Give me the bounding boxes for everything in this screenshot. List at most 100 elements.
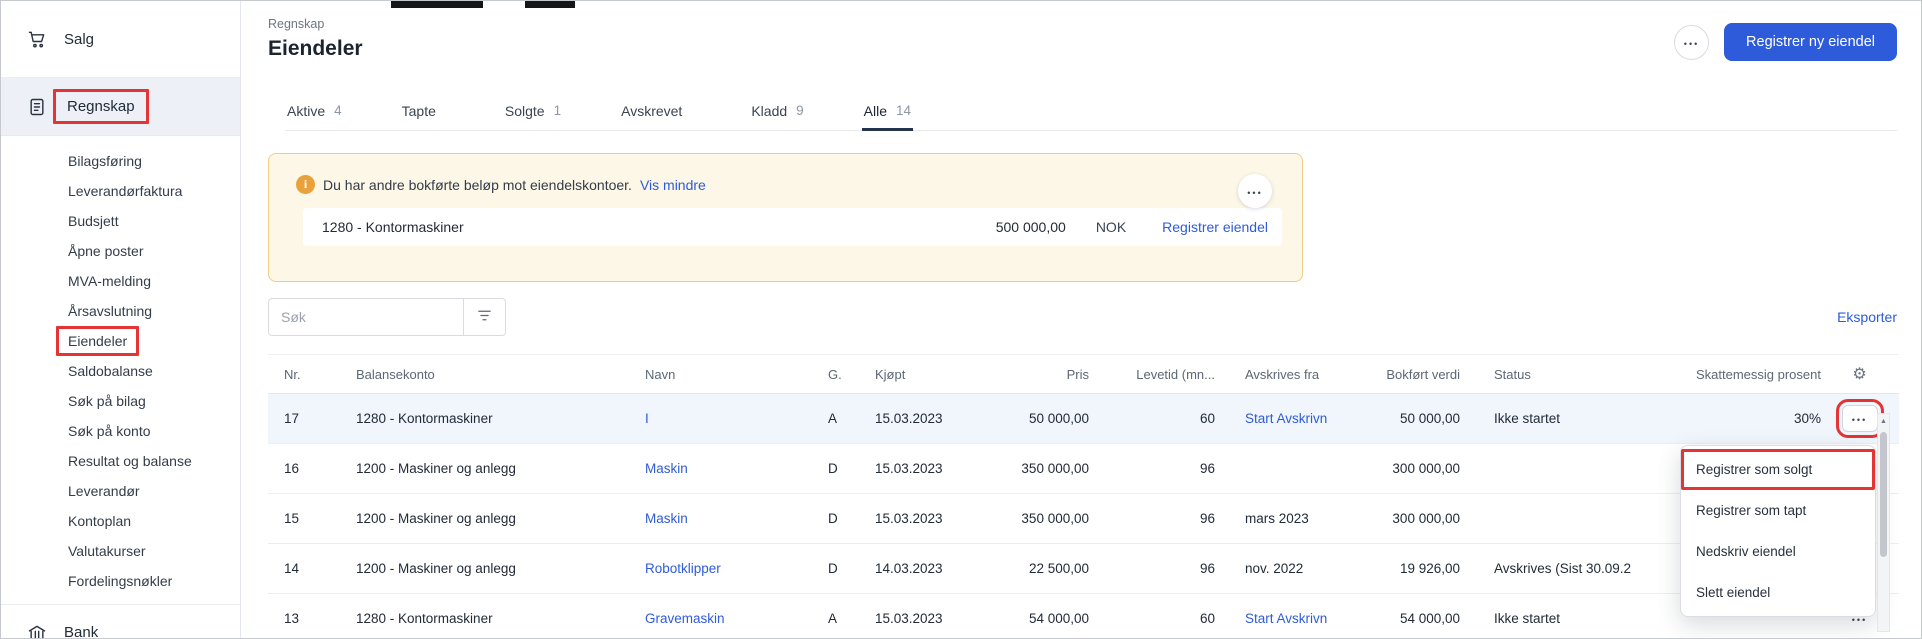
sidebar: Salg Regnskap Bilagsføring Leverandørfak… [1,1,241,638]
cell-kjopt: 15.03.2023 [875,611,993,626]
context-menu-item[interactable]: Slett eiendel [1681,572,1875,613]
cell-gruppe: D [828,461,875,476]
scrollbar-up-arrow-icon[interactable]: ▲ [1878,414,1889,428]
cell-nr: 16 [268,461,356,476]
cell-kjopt: 15.03.2023 [875,511,993,526]
sidebar-subitem[interactable]: Saldobalanse [1,356,240,386]
table-row[interactable]: 16 1200 - Maskiner og anlegg Maskin D 15… [268,444,1899,494]
sidebar-subitem[interactable]: Søk på konto [1,416,240,446]
sidebar-subitem[interactable]: Resultat og balanse [1,446,240,476]
cell-bokfort-verdi: 54 000,00 [1368,611,1468,626]
sidebar-subitem[interactable]: Budsjett [1,206,240,236]
ledger-icon [27,97,47,117]
column-header[interactable]: Bokført verdi [1368,367,1468,382]
sidebar-subitem[interactable]: Leverandørfaktura [1,176,240,206]
table-row[interactable]: 13 1280 - Kontormaskiner Gravemaskin A 1… [268,594,1899,639]
context-menu-item[interactable]: Registrer som solgt [1681,449,1875,490]
column-header[interactable]: G. [828,367,875,382]
tab-count: 1 [554,103,562,118]
sidebar-subitem[interactable]: Fordelingsnøkler [1,566,240,596]
filter-button[interactable] [464,298,506,336]
sidebar-item-label: Bank [64,624,98,639]
sidebar-subitem[interactable]: Åpne poster [1,236,240,266]
main-content: Regnskap Eiendeler Registrer ny eiendel … [241,1,1921,638]
tab[interactable]: Solgte 1 [503,91,563,130]
tab[interactable]: Aktive 4 [285,91,344,130]
column-header[interactable]: Nr. [268,367,356,382]
row-actions-button[interactable] [1842,405,1878,432]
column-header[interactable]: Skattemessig prosent [1658,367,1838,382]
scrollbar-thumb[interactable] [1880,432,1887,557]
table-body: 17 1280 - Kontormaskiner I A 15.03.2023 … [268,394,1899,639]
app-window: Salg Regnskap Bilagsføring Leverandørfak… [0,0,1922,639]
table-row[interactable]: 17 1280 - Kontormaskiner I A 15.03.2023 … [268,394,1899,444]
column-header[interactable]: Balansekonto [356,367,645,382]
cell-gruppe: D [828,511,875,526]
cell-nr: 17 [268,411,356,426]
cell-navn-link[interactable]: Robotklipper [645,561,828,576]
sidebar-item-salg[interactable]: Salg [1,1,240,78]
ellipsis-icon [1852,411,1867,426]
tab-count: 14 [896,103,911,118]
sidebar-subitem[interactable]: MVA-melding [1,266,240,296]
assets-table: Nr. Balansekonto Navn G. Kjøpt Pris Leve… [268,354,1899,639]
cell-navn-link[interactable]: I [645,411,828,426]
cell-levetid: 60 [1095,411,1223,426]
context-menu-item[interactable]: Registrer som tapt [1681,490,1875,531]
cell-kjopt: 14.03.2023 [875,561,993,576]
header-actions: Registrer ny eiendel [1674,23,1897,61]
cell-nr: 14 [268,561,356,576]
banner-more-button[interactable] [1238,174,1272,208]
cell-navn-link[interactable]: Gravemaskin [645,611,828,626]
cell-avskrives-fra[interactable]: Start Avskrivn [1223,611,1368,626]
cell-navn-link[interactable]: Maskin [645,461,828,476]
page-header: Regnskap Eiendeler Registrer ny eiendel [241,1,1921,61]
table-row[interactable]: 14 1200 - Maskiner og anlegg Robotklippe… [268,544,1899,594]
column-header[interactable]: Kjøpt [875,367,993,382]
breadcrumb[interactable]: Regnskap [268,17,1897,31]
sidebar-item-bank[interactable]: Bank [1,604,240,639]
column-header[interactable]: Navn [645,367,828,382]
register-asset-link[interactable]: Registrer eiendel [1162,219,1268,235]
context-menu-item[interactable]: Nedskriv eiendel [1681,531,1875,572]
column-header[interactable]: Levetid (mn... [1095,367,1223,382]
column-header[interactable]: Pris [993,367,1095,382]
cell-avskrives-fra[interactable]: nov. 2022 [1223,561,1368,576]
sidebar-subitem[interactable]: Søk på bilag [1,386,240,416]
tab[interactable]: Tapte [400,91,447,130]
tab[interactable]: Alle 14 [862,91,913,130]
cell-kjopt: 15.03.2023 [875,411,993,426]
sidebar-subitem[interactable]: Kontoplan [1,506,240,536]
sidebar-subitem[interactable]: Leverandør [1,476,240,506]
cell-avskrives-fra[interactable]: mars 2023 [1223,511,1368,526]
cell-balansekonto: 1200 - Maskiner og anlegg [356,561,645,576]
column-header[interactable]: Status [1468,367,1658,382]
cell-levetid: 96 [1095,461,1223,476]
cell-avskrives-fra[interactable]: Start Avskrivn [1223,411,1368,426]
export-link[interactable]: Eksporter [1837,309,1897,325]
show-less-link[interactable]: Vis mindre [640,177,706,193]
tab[interactable]: Avskrevet [619,91,693,130]
table-header-row: Nr. Balansekonto Navn G. Kjøpt Pris Leve… [268,354,1899,394]
search-input[interactable] [268,298,464,336]
sidebar-item-label: Regnskap [67,98,135,115]
cart-icon [27,29,47,49]
page-title: Eiendeler [268,37,1897,61]
sidebar-item-regnskap[interactable]: Regnskap [1,78,240,136]
more-options-button[interactable] [1674,25,1709,60]
table-row[interactable]: 15 1200 - Maskiner og anlegg Maskin D 15… [268,494,1899,544]
cell-navn-link[interactable]: Maskin [645,511,828,526]
cell-bokfort-verdi: 50 000,00 [1368,411,1468,426]
banner-message-row: i Du har andre bokførte beløp mot eiende… [269,154,1302,194]
sidebar-subitem[interactable]: Eiendeler [1,326,240,356]
sidebar-subitem[interactable]: Bilagsføring [1,146,240,176]
vertical-scrollbar[interactable]: ▲ [1877,413,1890,632]
register-new-asset-button[interactable]: Registrer ny eiendel [1724,23,1897,61]
sidebar-subitem[interactable]: Årsavslutning [1,296,240,326]
cell-nr: 13 [268,611,356,626]
tab[interactable]: Kladd 9 [749,91,805,130]
column-header[interactable]: Avskrives fra [1223,367,1368,382]
sidebar-subitem[interactable]: Valutakurser [1,536,240,566]
cell-pris: 350 000,00 [993,511,1095,526]
table-settings-icon[interactable] [1852,364,1866,384]
